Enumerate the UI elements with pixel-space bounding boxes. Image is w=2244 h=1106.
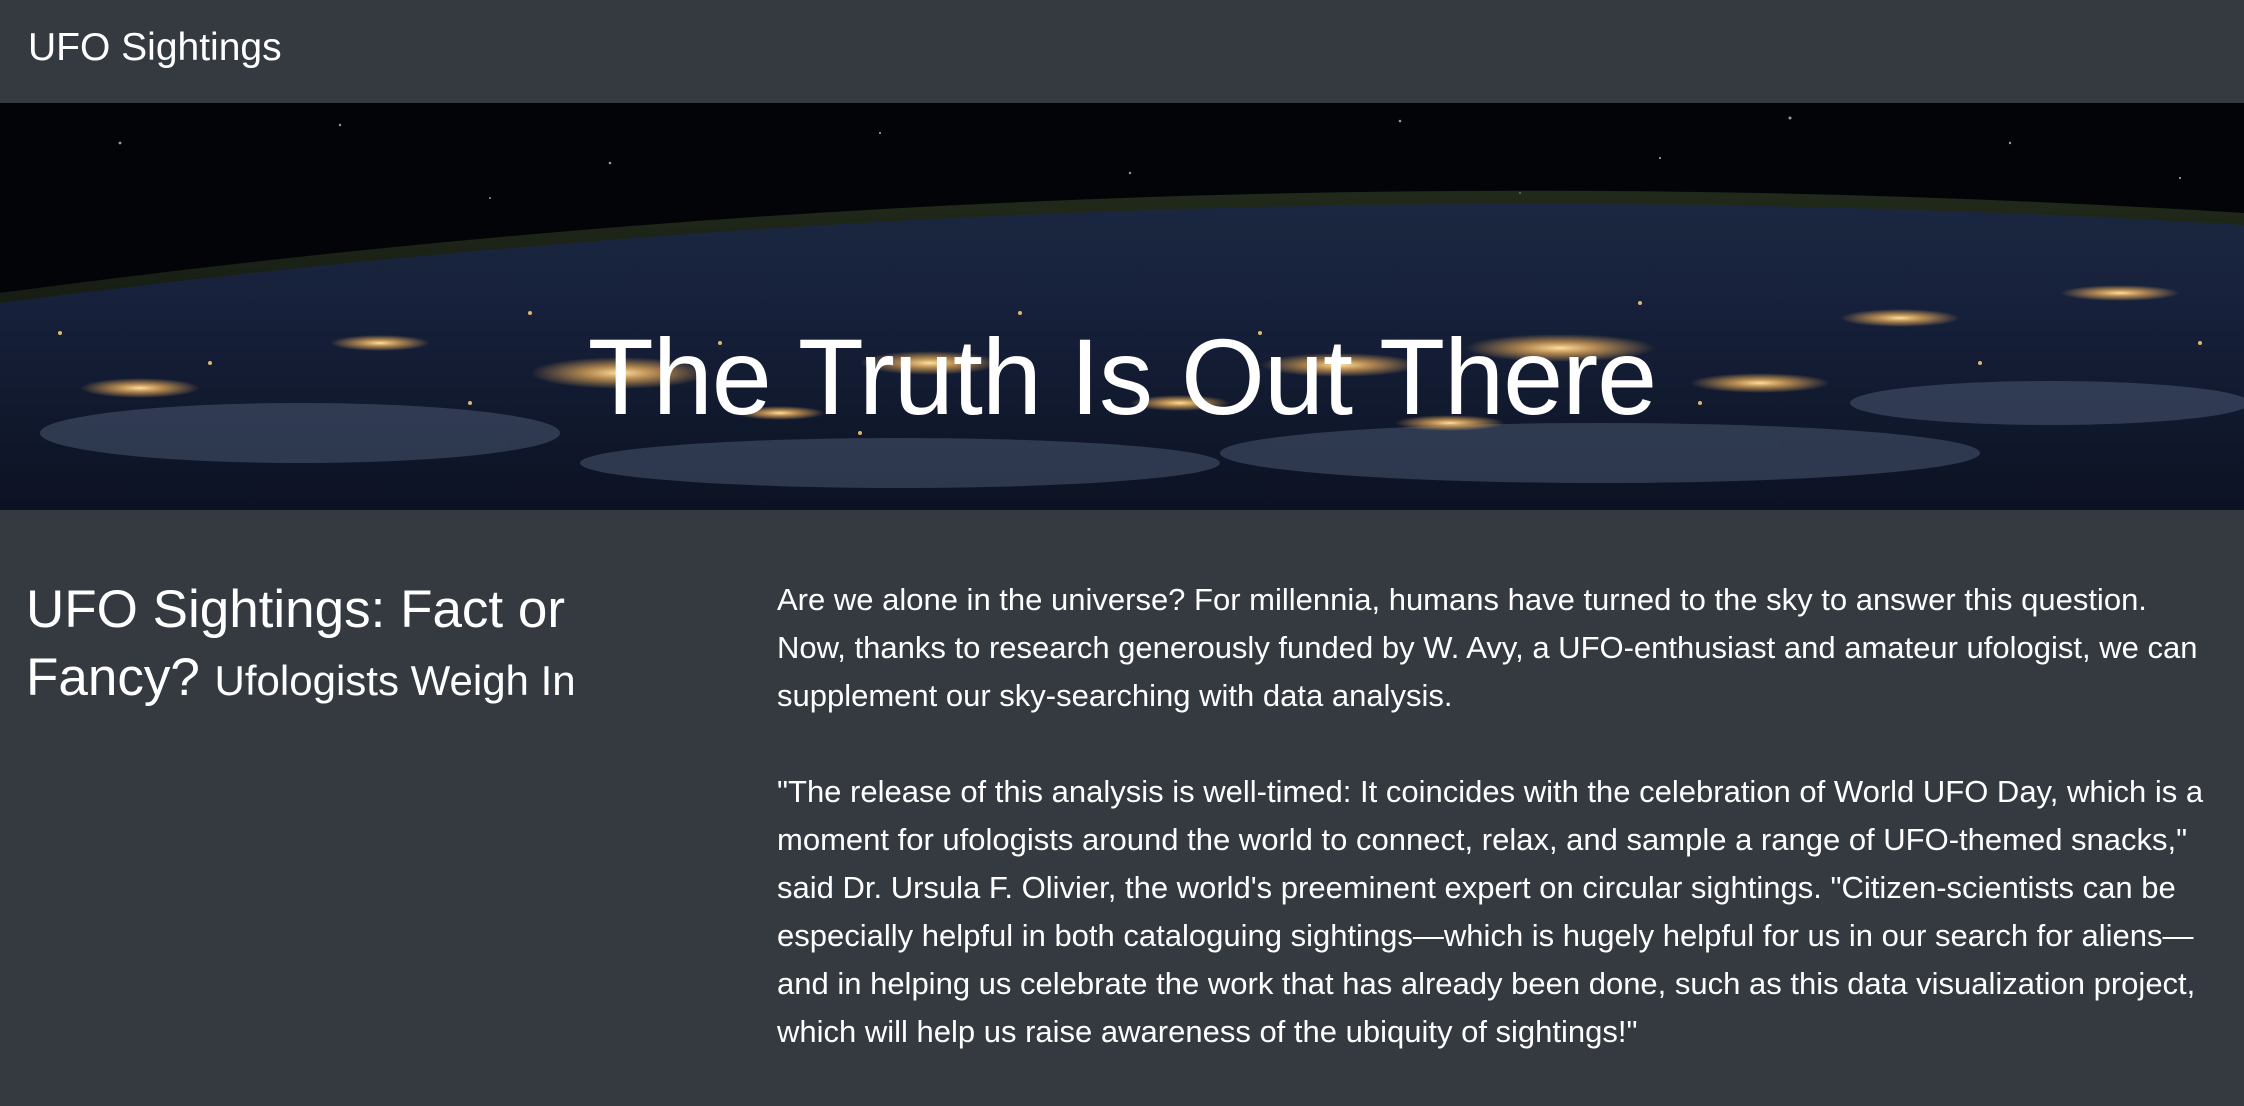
hero-title: The Truth Is Out There <box>587 316 1658 438</box>
article-subheading: Ufologists Weigh In <box>214 657 576 704</box>
article-paragraph-quote: "The release of this analysis is well-ti… <box>777 774 2204 1049</box>
hero-banner: The Truth Is Out There <box>0 103 2244 510</box>
main-content: UFO Sightings: Fact or Fancy? Ufologists… <box>0 510 2244 1106</box>
navbar-brand-link[interactable]: UFO Sightings <box>28 22 282 74</box>
navbar: UFO Sightings <box>0 0 2244 103</box>
article-paragraph-intro: Are we alone in the universe? For millen… <box>777 582 2198 713</box>
earth-at-night-image <box>0 103 2244 510</box>
article-heading: UFO Sightings: Fact or Fancy? Ufologists… <box>26 576 726 715</box>
article-body: Are we alone in the universe? For millen… <box>777 576 2217 1104</box>
